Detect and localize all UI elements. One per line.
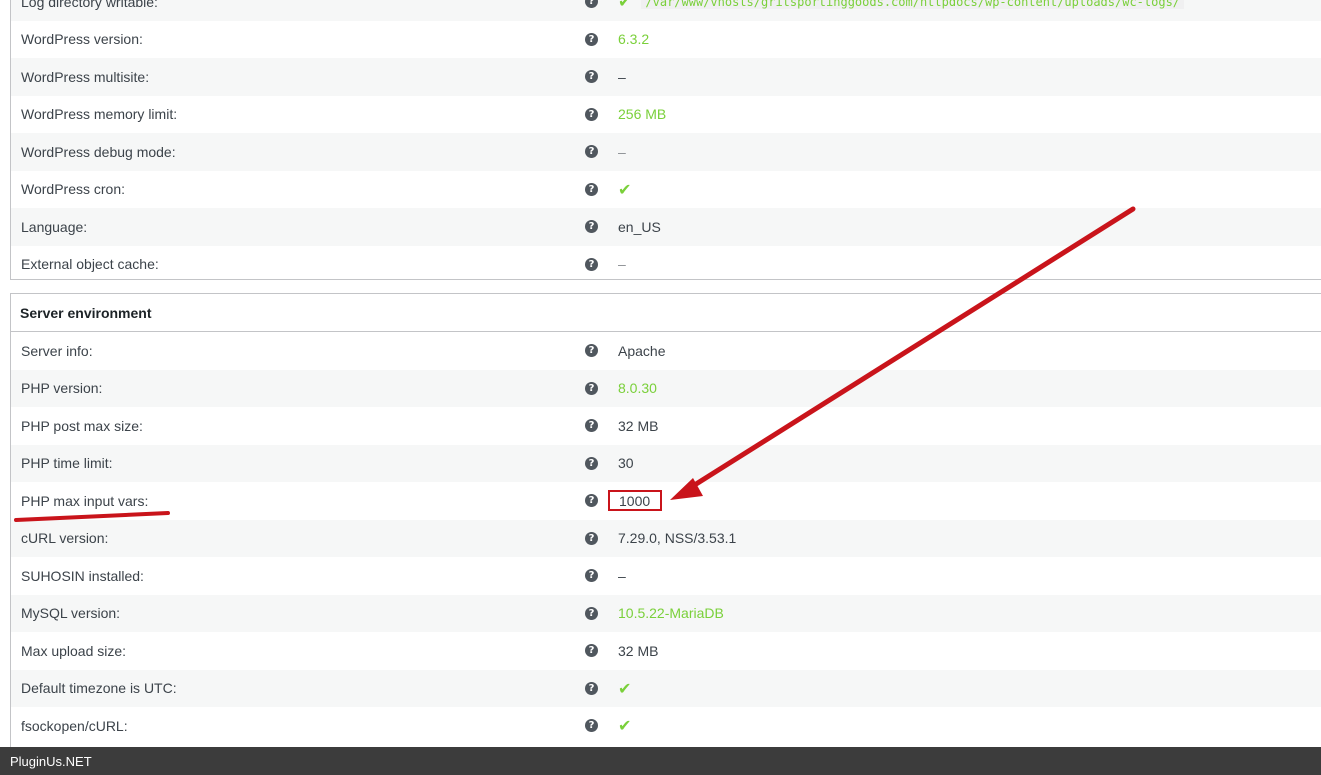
section-header: Server environment bbox=[11, 294, 1321, 332]
help-icon[interactable]: ? bbox=[585, 644, 598, 658]
row-label: fsockopen/cURL: bbox=[21, 717, 128, 734]
table-row: Language: ? en_US bbox=[11, 208, 1321, 246]
help-icon[interactable]: ? bbox=[585, 381, 598, 395]
table-row: Default timezone is UTC: ? ✔ bbox=[11, 669, 1321, 707]
help-icon[interactable]: ? bbox=[585, 419, 598, 433]
row-label: PHP post max size: bbox=[21, 417, 143, 434]
help-icon[interactable]: ? bbox=[585, 257, 598, 271]
log-directory-path: /var/www/vhosts/gritsportinggoods.com/ht… bbox=[641, 0, 1185, 9]
section-title: Server environment bbox=[20, 304, 152, 321]
help-icon[interactable]: ? bbox=[585, 32, 598, 46]
annotation-highlight-box bbox=[608, 490, 662, 511]
row-value: 32 MB bbox=[618, 417, 659, 434]
row-label: PHP version: bbox=[21, 380, 103, 397]
wordpress-environment-table: Log directory writable: ? ✔ /var/www/vho… bbox=[10, 0, 1321, 280]
row-label: Language: bbox=[21, 218, 88, 235]
help-icon[interactable]: ? bbox=[585, 606, 598, 620]
watermark-bar: PluginUs.NET bbox=[0, 747, 1321, 775]
row-value: Apache bbox=[618, 342, 666, 359]
table-row: External object cache: ? – bbox=[11, 246, 1321, 284]
row-value: – bbox=[618, 68, 626, 85]
watermark-text: PluginUs.NET bbox=[10, 753, 92, 769]
row-label: Default timezone is UTC: bbox=[21, 680, 177, 697]
row-value-wrap: ✔ /var/www/vhosts/gritsportinggoods.com/… bbox=[618, 0, 1185, 12]
server-environment-table: Server environment Server info: ? Apache… bbox=[10, 293, 1321, 763]
help-icon[interactable]: ? bbox=[585, 531, 598, 545]
help-icon[interactable]: ? bbox=[585, 494, 598, 508]
row-value: 7.29.0, NSS/3.53.1 bbox=[618, 530, 737, 547]
table-row: fsockopen/cURL: ? ✔ bbox=[11, 707, 1321, 745]
row-label: Max upload size: bbox=[21, 642, 127, 659]
help-icon[interactable]: ? bbox=[585, 569, 598, 583]
row-value: 6.3.2 bbox=[618, 31, 650, 48]
help-icon[interactable]: ? bbox=[585, 107, 598, 121]
help-icon[interactable]: ? bbox=[585, 344, 598, 358]
row-value: 30 bbox=[618, 455, 634, 472]
help-icon[interactable]: ? bbox=[585, 0, 598, 9]
row-value: 256 MB bbox=[618, 106, 667, 123]
row-value: 32 MB bbox=[618, 642, 659, 659]
table-row: WordPress cron: ? ✔ bbox=[11, 171, 1321, 209]
row-label: WordPress version: bbox=[21, 31, 143, 48]
check-icon: ✔ bbox=[618, 716, 632, 736]
check-icon: ✔ bbox=[618, 678, 632, 698]
help-icon[interactable]: ? bbox=[585, 145, 598, 159]
table-row: SUHOSIN installed: ? – bbox=[11, 557, 1321, 595]
table-row: Log directory writable: ? ✔ /var/www/vho… bbox=[11, 0, 1321, 21]
table-row: WordPress memory limit: ? 256 MB bbox=[11, 96, 1321, 134]
row-value: – bbox=[618, 256, 626, 273]
row-label: MySQL version: bbox=[21, 605, 121, 622]
check-icon: ✔ bbox=[618, 179, 632, 199]
row-label: PHP max input vars: bbox=[21, 492, 149, 509]
row-label: Log directory writable: bbox=[21, 0, 158, 10]
row-value: – bbox=[618, 567, 626, 584]
system-status-page: Log directory writable: ? ✔ /var/www/vho… bbox=[0, 0, 1321, 775]
row-label: Server info: bbox=[21, 342, 93, 359]
row-label: WordPress memory limit: bbox=[21, 106, 178, 123]
table-row: PHP version: ? 8.0.30 bbox=[11, 369, 1321, 407]
row-value: 10.5.22-MariaDB bbox=[618, 605, 724, 622]
help-icon[interactable]: ? bbox=[585, 182, 598, 196]
help-icon[interactable]: ? bbox=[585, 220, 598, 234]
help-icon[interactable]: ? bbox=[585, 681, 598, 695]
row-label: SUHOSIN installed: bbox=[21, 567, 144, 584]
help-icon[interactable]: ? bbox=[585, 70, 598, 84]
table-row: Server info: ? Apache bbox=[11, 332, 1321, 370]
row-label: WordPress cron: bbox=[21, 181, 125, 198]
table-row: WordPress multisite: ? – bbox=[11, 58, 1321, 96]
table-row: PHP post max size: ? 32 MB bbox=[11, 407, 1321, 445]
check-icon: ✔ bbox=[618, 0, 632, 12]
row-value: – bbox=[618, 143, 626, 160]
row-label: WordPress multisite: bbox=[21, 68, 150, 85]
row-value: en_US bbox=[618, 218, 661, 235]
table-row: MySQL version: ? 10.5.22-MariaDB bbox=[11, 594, 1321, 632]
help-icon[interactable]: ? bbox=[585, 456, 598, 470]
row-label: External object cache: bbox=[21, 256, 159, 273]
table-row: WordPress version: ? 6.3.2 bbox=[11, 21, 1321, 59]
table-row: cURL version: ? 7.29.0, NSS/3.53.1 bbox=[11, 519, 1321, 557]
row-label: cURL version: bbox=[21, 530, 109, 547]
table-row-php-max-input-vars: PHP max input vars: ? 1000 bbox=[11, 482, 1321, 520]
row-label: WordPress debug mode: bbox=[21, 143, 176, 160]
row-value: 8.0.30 bbox=[618, 380, 657, 397]
help-icon[interactable]: ? bbox=[585, 719, 598, 733]
row-label: PHP time limit: bbox=[21, 455, 113, 472]
table-row: Max upload size: ? 32 MB bbox=[11, 632, 1321, 670]
table-row: WordPress debug mode: ? – bbox=[11, 133, 1321, 171]
table-row: PHP time limit: ? 30 bbox=[11, 444, 1321, 482]
